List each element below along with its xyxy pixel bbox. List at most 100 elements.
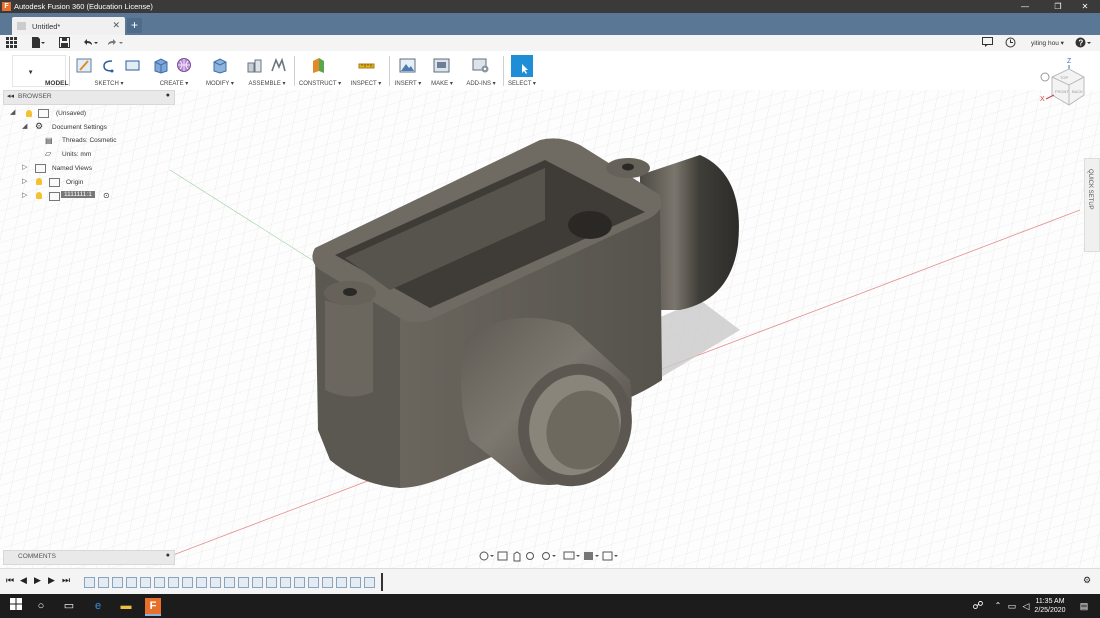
expand-root-icon[interactable]: ◢ — [10, 108, 15, 116]
timeline-extrude-icon[interactable] — [350, 577, 361, 588]
browser-root-item[interactable]: (Unsaved) — [56, 110, 86, 117]
joint-icon[interactable] — [270, 57, 287, 74]
file-explorer-icon[interactable]: ▬ — [118, 598, 134, 614]
expand-document-settings-icon[interactable]: ◢ — [22, 122, 27, 130]
make-group[interactable]: MAKE ▾ — [428, 55, 456, 89]
timeline-extrude-icon[interactable] — [154, 577, 165, 588]
timeline-extrude-icon[interactable] — [238, 577, 249, 588]
redo-icon[interactable] — [106, 37, 124, 49]
new-tab-button[interactable]: + — [127, 18, 142, 33]
file-menu-icon[interactable] — [30, 37, 46, 49]
new-component-icon[interactable] — [246, 57, 263, 74]
workspace-switcher[interactable]: MODEL ▾ — [12, 55, 68, 87]
component-item[interactable]: 1111111:1 — [61, 191, 95, 198]
named-views-item[interactable]: Named Views — [52, 165, 92, 172]
maximize-button[interactable]: ❐ — [1043, 1, 1073, 12]
data-panel-grid-icon[interactable] — [5, 37, 17, 49]
expand-named-views-icon[interactable]: ▷ — [22, 163, 27, 171]
timeline-sketch-icon[interactable] — [280, 577, 291, 588]
clock-icon[interactable] — [1004, 37, 1016, 49]
fit-zoom-icon[interactable] — [542, 552, 550, 560]
edge-browser-icon[interactable]: e — [90, 598, 106, 614]
rectangle-icon[interactable] — [124, 57, 141, 74]
orbit-icon[interactable] — [479, 551, 489, 561]
close-button[interactable]: ✕ — [1070, 1, 1100, 12]
go-to-start-icon[interactable]: ⏮ — [6, 575, 14, 586]
measure-icon[interactable] — [358, 57, 375, 74]
task-view-icon[interactable]: ▭ — [61, 598, 77, 614]
user-account-menu[interactable]: yiting hou ▾ — [1031, 39, 1064, 47]
fusion-taskbar-icon[interactable]: F — [145, 598, 161, 616]
timeline-sketch-icon[interactable] — [84, 577, 95, 588]
timeline-settings-gear-icon[interactable]: ⚙ — [1083, 575, 1091, 586]
notifications-icon[interactable]: ▤ — [1076, 598, 1092, 614]
timeline-sketch-icon[interactable] — [112, 577, 123, 588]
create-sketch-icon[interactable] — [76, 57, 93, 74]
close-tab-icon[interactable]: ✕ — [112, 20, 120, 31]
3d-print-icon[interactable] — [433, 57, 450, 74]
timeline-extrude-icon[interactable] — [182, 577, 193, 588]
sketch-group[interactable]: SKETCH ▾ — [73, 55, 145, 89]
comments-pin-icon[interactable]: ● — [166, 552, 170, 559]
browser-pin-icon[interactable]: ● — [166, 92, 170, 99]
browser-panel-header[interactable]: ◂◂ BROWSER ● — [3, 90, 175, 105]
activate-radio-icon[interactable]: ⊙ — [103, 191, 110, 200]
timeline-sketch-icon[interactable] — [336, 577, 347, 588]
add-ins-group[interactable]: ADD-INS ▾ — [462, 55, 500, 89]
timeline-extrude-icon[interactable] — [322, 577, 333, 588]
help-icon[interactable]: ? — [1075, 37, 1093, 49]
threads-setting[interactable]: Threads: Cosmetic — [62, 137, 117, 144]
origin-item[interactable]: Origin — [66, 179, 83, 186]
timeline-extrude-icon[interactable] — [210, 577, 221, 588]
form-icon[interactable] — [176, 57, 193, 74]
line-arc-icon[interactable] — [100, 57, 117, 74]
collapse-browser-icon[interactable]: ◂◂ — [7, 92, 14, 100]
viewports-icon[interactable] — [602, 551, 613, 561]
timeline-extrude-icon[interactable] — [294, 577, 305, 588]
construct-group[interactable]: CONSTRUCT ▾ — [296, 55, 344, 89]
viewport-canvas[interactable] — [0, 90, 1100, 568]
timeline-sketch-icon[interactable] — [196, 577, 207, 588]
scripts-addins-icon[interactable] — [472, 57, 489, 74]
document-settings-item[interactable]: Document Settings — [52, 124, 107, 131]
view-cube[interactable]: Z TOP FRONT BACK X — [1038, 55, 1088, 110]
step-back-icon[interactable]: ◀ — [20, 575, 27, 586]
expand-body-icon[interactable]: ▷ — [22, 191, 27, 199]
expand-origin-icon[interactable]: ▷ — [22, 177, 27, 185]
insert-group[interactable]: INSERT ▾ — [392, 55, 424, 89]
timeline-extrude-icon[interactable] — [98, 577, 109, 588]
timeline-marker[interactable] — [381, 573, 383, 591]
timeline-sketch-icon[interactable] — [224, 577, 235, 588]
insert-canvas-icon[interactable] — [399, 57, 416, 74]
grid-settings-icon[interactable] — [584, 552, 593, 560]
step-forward-icon[interactable]: ▶ — [48, 575, 55, 586]
visibility-bulb-icon[interactable] — [26, 110, 32, 117]
inspect-group[interactable]: INSPECT ▾ — [348, 55, 384, 89]
extrude-icon[interactable] — [152, 57, 169, 74]
job-status-icon[interactable] — [981, 37, 993, 49]
timeline-sketch-icon[interactable] — [252, 577, 263, 588]
timeline-sketch-icon[interactable] — [168, 577, 179, 588]
play-icon[interactable]: ▶ — [34, 575, 41, 586]
units-setting[interactable]: Units: mm — [62, 151, 91, 158]
taskbar-clock[interactable]: 11:35 AM 2/25/2020 — [1030, 597, 1070, 615]
display-settings-icon[interactable] — [563, 551, 575, 560]
create-group[interactable]: CREATE ▾ — [150, 55, 198, 89]
go-to-end-icon[interactable]: ⏭ — [62, 575, 70, 586]
cortana-search-icon[interactable]: ○ — [33, 598, 49, 614]
timeline-sketch-icon[interactable] — [308, 577, 319, 588]
select-cursor-icon[interactable] — [511, 55, 533, 77]
pan-hand-icon[interactable] — [513, 551, 521, 562]
look-at-icon[interactable] — [497, 551, 508, 561]
offset-plane-icon[interactable] — [310, 57, 327, 74]
document-tab[interactable]: Untitled* ✕ — [12, 17, 125, 35]
zoom-icon[interactable] — [526, 552, 534, 560]
press-pull-icon[interactable] — [211, 57, 228, 74]
timeline-extrude-icon[interactable] — [266, 577, 277, 588]
select-group[interactable]: SELECT ▾ — [506, 55, 538, 89]
undo-icon[interactable] — [82, 37, 98, 49]
assemble-group[interactable]: ASSEMBLE ▾ — [244, 55, 290, 89]
timeline-sketch-icon[interactable] — [140, 577, 151, 588]
save-icon[interactable] — [58, 37, 70, 49]
windows-start-icon[interactable] — [8, 598, 24, 614]
